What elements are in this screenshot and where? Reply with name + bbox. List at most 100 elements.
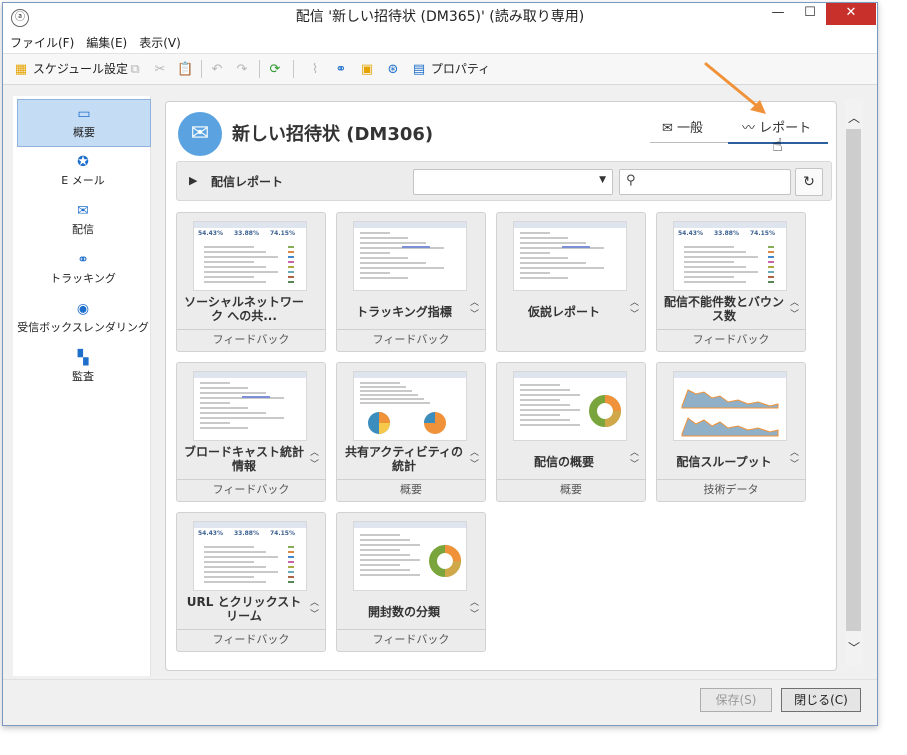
reorder-arrows-icon[interactable]: ︿ ﹀ (630, 447, 639, 471)
sidebar: ▭ 概要 ✪ E メール ✉ 配信 ⚭ トラッキング ◉ 受信ボックスレンダリン… (13, 96, 151, 676)
vertical-scrollbar[interactable]: ︿ ﹀ (845, 99, 863, 665)
tracking-link-button[interactable]: ⚭ (333, 60, 349, 78)
save-button[interactable]: 保存(S) (700, 688, 772, 712)
clipboard-icon: 📋 (177, 61, 194, 77)
refresh-reports-button[interactable]: ↻ (795, 168, 823, 196)
scrollbar-thumb[interactable] (846, 129, 861, 631)
sidebar-item-email[interactable]: ✪ E メール (17, 148, 149, 194)
sidebar-item-label: 受信ボックスレンダリング (17, 321, 149, 334)
report-card[interactable]: 配信スループット ︿ ﹀ 技術データ (656, 362, 806, 502)
offer-button[interactable]: ▣ (359, 60, 375, 78)
sidebar-item-inbox-rendering[interactable]: ◉ 受信ボックスレンダリング (17, 295, 149, 341)
report-thumbnail (353, 371, 467, 441)
report-card[interactable]: 54.43% 33.88% 74.15% 配信不能件数とバウンス数 ︿ ﹀ フィードバック (656, 212, 806, 352)
line-chart-icon: 〰 (742, 121, 756, 136)
menu-edit[interactable]: 編集(E) (79, 33, 132, 53)
undo-button[interactable]: ↶ (209, 60, 225, 78)
schedule-button[interactable]: ▦ スケジュール設定 (13, 60, 128, 78)
close-window-button[interactable]: ✕ (826, 3, 876, 25)
menu-view[interactable]: 表示(V) (132, 33, 186, 53)
report-card[interactable]: 共有アクティビティの統計 ︿ ﹀ 概要 (336, 362, 486, 502)
report-card[interactable]: 開封数の分類 ︿ ﹀ フィードバック (336, 512, 486, 652)
tab-underline (650, 142, 728, 143)
reorder-arrows-icon[interactable]: ︿ ﹀ (790, 297, 799, 321)
report-thumbnail: 54.43% 33.88% 74.15% (193, 221, 307, 291)
report-card[interactable]: トラッキング指標 ︿ ﹀ フィードバック (336, 212, 486, 352)
report-card-category: フィードバック (177, 329, 325, 350)
report-thumbnail: 54.43% 33.88% 74.15% (193, 521, 307, 591)
sidebar-item-overview[interactable]: ▭ 概要 (17, 99, 151, 147)
refresh-button[interactable]: ⟳ (267, 60, 283, 78)
copy-button[interactable]: ⧉ (127, 60, 143, 78)
report-cards: 54.43% 33.88% 74.15% ソーシャルネットワーク への共... フィード… (176, 212, 830, 662)
check-icon: ⊛ (387, 61, 399, 77)
hand-cursor-icon: ☝ (772, 135, 783, 156)
maximize-button[interactable]: ☐ (795, 3, 825, 25)
minimize-button[interactable]: — (763, 3, 793, 25)
delivery-icon: ✉ (77, 203, 89, 219)
menu-file[interactable]: ファイル(F) (3, 33, 79, 53)
report-card-title: ソーシャルネットワーク への共... (184, 295, 304, 323)
reorder-arrows-icon[interactable]: ︿ ﹀ (790, 447, 799, 471)
envelope-icon: ✉ (178, 112, 222, 156)
report-card-category: フィードバック (177, 629, 325, 650)
sidebar-item-label: 監査 (72, 370, 94, 383)
envelope-icon: ✉ (662, 121, 673, 136)
tab-label: 一般 (677, 121, 704, 136)
report-card[interactable]: 配信の概要 ︿ ﹀ 概要 (496, 362, 646, 502)
refresh-icon: ↻ (803, 174, 815, 190)
report-thumbnail (513, 371, 627, 441)
sidebar-item-label: 配信 (72, 223, 94, 236)
reorder-arrows-icon[interactable]: ︿ ﹀ (470, 297, 479, 321)
report-card[interactable]: ブロードキャスト統計情報 ︿ ﹀ フィードバック (176, 362, 326, 502)
reorder-arrows-icon[interactable]: ︿ ﹀ (310, 597, 319, 621)
sidebar-item-audit[interactable]: ▚ 監査 (17, 344, 149, 390)
report-bar: ▶ 配信レポート ▼ ⚲ ↻ (176, 161, 832, 201)
report-card-category: フィードバック (177, 479, 325, 500)
sidebar-item-delivery[interactable]: ✉ 配信 (17, 197, 149, 243)
scissors-icon: ✂ (154, 61, 166, 77)
report-bar-label: 配信レポート (211, 175, 284, 189)
properties-button[interactable]: ▤ プロパティ (411, 60, 490, 78)
close-button[interactable]: 閉じる(C) (781, 688, 861, 712)
search-input[interactable]: ⚲ (619, 169, 791, 195)
report-card[interactable]: 54.43% 33.88% 74.15% URL とクリックストリーム ︿ ﹀ フィードバ… (176, 512, 326, 652)
test-button[interactable]: ⊛ (385, 60, 401, 78)
report-thumbnail (673, 371, 787, 441)
scroll-up-icon[interactable]: ︿ (845, 109, 863, 126)
report-thumbnail (353, 221, 467, 291)
report-card-category: フィードバック (657, 329, 805, 350)
report-card-title: 配信スループット (676, 455, 772, 469)
properties-icon: ▤ (412, 61, 426, 77)
attach-button[interactable]: ⌇ (307, 60, 323, 78)
reorder-arrows-icon[interactable]: ︿ ﹀ (470, 597, 479, 621)
page-title: 新しい招待状 (DM306) (232, 124, 434, 145)
reorder-arrows-icon[interactable]: ︿ ﹀ (310, 447, 319, 471)
expand-triangle-icon[interactable]: ▶ (189, 174, 197, 187)
audit-icon: ▚ (77, 350, 89, 366)
toolbar-separator (293, 60, 294, 78)
report-card[interactable]: 仮説レポート ︿ ﹀ (496, 212, 646, 352)
sidebar-item-tracking[interactable]: ⚭ トラッキング (17, 246, 149, 292)
dropdown-arrow-icon: ▼ (599, 175, 606, 185)
report-card-category: 技術データ (657, 479, 805, 500)
tab-general[interactable]: ✉ 一般 (662, 120, 703, 142)
reorder-arrows-icon[interactable]: ︿ ﹀ (630, 297, 639, 321)
overview-icon: ▭ (77, 106, 91, 122)
cut-button[interactable]: ✂ (152, 60, 168, 78)
report-filter-select[interactable]: ▼ (413, 169, 613, 195)
redo-icon: ↷ (236, 61, 248, 77)
paste-button[interactable]: 📋 (177, 60, 193, 78)
redo-button[interactable]: ↷ (234, 60, 250, 78)
schedule-label: スケジュール設定 (32, 62, 128, 76)
sidebar-item-label: 概要 (73, 126, 95, 139)
report-card-category: フィードバック (337, 329, 485, 350)
reorder-arrows-icon[interactable]: ︿ ﹀ (470, 447, 479, 471)
sidebar-item-label: E メール (61, 174, 105, 187)
scroll-down-icon[interactable]: ﹀ (845, 639, 863, 656)
globe-icon: ◉ (76, 301, 90, 317)
undo-icon: ↶ (211, 61, 223, 77)
tab-label: レポート (759, 121, 812, 136)
report-card[interactable]: 54.43% 33.88% 74.15% ソーシャルネットワーク への共... フィード… (176, 212, 326, 352)
paperclip-icon: ⌇ (311, 61, 319, 77)
